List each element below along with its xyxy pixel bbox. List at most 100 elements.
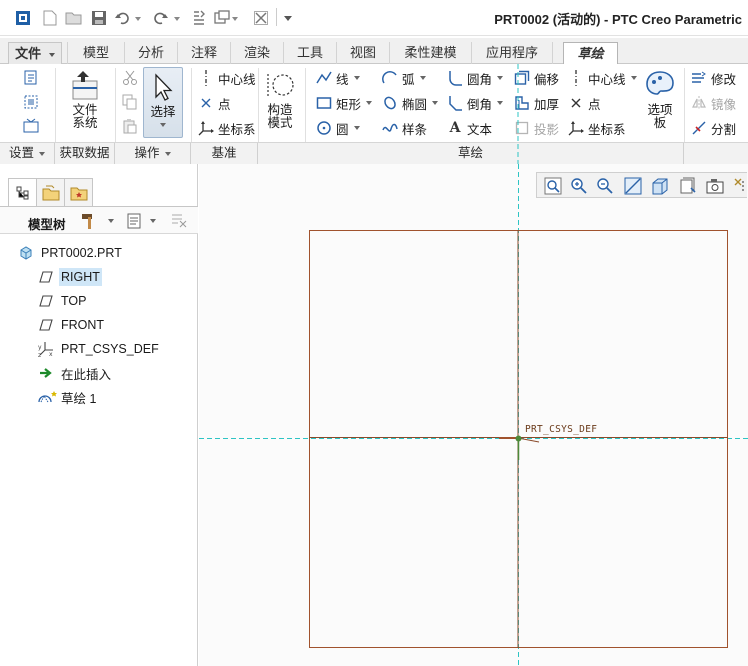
tab-model[interactable]: 模型 <box>67 42 124 64</box>
reference-icon[interactable] <box>22 93 40 111</box>
palette-label-2: 板 <box>653 116 667 130</box>
tab-file[interactable]: 文件 <box>8 42 62 64</box>
app-icon[interactable] <box>13 8 33 28</box>
graphics-window[interactable]: PRT_CSYS_DEF <box>199 164 748 666</box>
hammer-icon[interactable] <box>80 212 98 230</box>
group-operations-label: 操作 <box>134 146 160 160</box>
model-tree-label: 模型树 <box>28 218 66 232</box>
group-separator <box>684 68 685 142</box>
tree-item-insert-here[interactable]: 在此插入 <box>38 362 113 384</box>
folder-browser-tab[interactable] <box>36 178 65 206</box>
redo-icon[interactable] <box>152 8 182 28</box>
sketch-circle-button[interactable]: 圆 <box>315 117 360 139</box>
tab-flexible-modeling[interactable]: 柔性建模 <box>389 42 471 64</box>
tree-item-sketch[interactable]: 草绘 1 <box>38 386 98 408</box>
copy-icon[interactable] <box>121 93 139 111</box>
sketch-chamfer-button[interactable]: 倒角 <box>446 92 504 114</box>
zoom-in-icon[interactable] <box>568 176 590 196</box>
tab-view[interactable]: 视图 <box>336 42 389 64</box>
sketch-line-label: 线 <box>336 72 349 87</box>
group-operations[interactable]: 操作 <box>115 143 191 164</box>
repaint-icon[interactable] <box>622 176 644 196</box>
modify-button[interactable]: 修改 <box>690 67 736 89</box>
group-setup[interactable]: 设置 <box>0 143 55 164</box>
qa-separator <box>276 8 277 26</box>
sketch-project-button[interactable]: 投影 <box>513 117 559 139</box>
new-icon[interactable] <box>41 8 59 28</box>
undo-icon[interactable] <box>113 8 143 28</box>
arc-icon <box>381 69 399 87</box>
mirror-button[interactable]: 镜像 <box>690 92 736 114</box>
select-button[interactable]: 选择 <box>143 67 183 138</box>
sketch-csys-button[interactable]: 坐标系 <box>567 117 626 139</box>
tree-item-part[interactable]: PRT0002.PRT <box>18 242 124 264</box>
tree-item-right[interactable]: RIGHT <box>38 266 102 288</box>
model-tree-tab[interactable] <box>8 178 37 207</box>
sketch-point-button[interactable]: 点 <box>567 92 601 114</box>
select-label: 选择 <box>150 105 176 119</box>
sketch-rectangle-button[interactable]: 矩形 <box>315 92 373 114</box>
datum-centerline-button[interactable]: 中心线 <box>197 67 256 89</box>
group-separator <box>258 68 259 142</box>
tab-render[interactable]: 渲染 <box>230 42 283 64</box>
customize-icon[interactable] <box>281 8 295 28</box>
tree-item-label: TOP <box>61 294 87 308</box>
chevron-down-icon[interactable] <box>150 219 156 223</box>
cut-icon[interactable] <box>121 69 139 87</box>
divide-button[interactable]: 分割 <box>690 117 736 139</box>
sketch-centerline-button[interactable]: 中心线 <box>567 67 637 89</box>
tree-filter-icon[interactable] <box>170 212 188 230</box>
sketch-arc-button[interactable]: 弧 <box>381 67 426 89</box>
datum-csys-button[interactable]: 坐标系 <box>197 117 256 139</box>
regenerate-icon[interactable] <box>189 8 209 28</box>
display-style-icon[interactable] <box>649 176 671 196</box>
tab-tools[interactable]: 工具 <box>283 42 336 64</box>
datum-point-button[interactable]: 点 <box>197 92 231 114</box>
tree-item-csys[interactable]: y x z PRT_CSYS_DEF <box>38 338 161 360</box>
tree-settings-icon[interactable] <box>125 212 143 230</box>
sketch-setup-icon[interactable] <box>22 69 40 87</box>
chevron-down-icon <box>48 52 55 57</box>
sketch-chamfer-label: 倒角 <box>467 97 493 112</box>
sketch-view-icon[interactable] <box>22 117 40 135</box>
sketch-line-button[interactable]: 线 <box>315 67 360 89</box>
sketch-ellipse-button[interactable]: 椭圆 <box>381 92 439 114</box>
tab-annotate[interactable]: 注释 <box>177 42 230 64</box>
sketch-offset-button[interactable]: 偏移 <box>513 67 559 89</box>
tree-item-top[interactable]: TOP <box>38 290 88 312</box>
construction-mode-button[interactable]: 构造 模式 <box>262 68 298 130</box>
datum-plane-icon <box>38 293 54 309</box>
saved-orientations-icon[interactable] <box>677 176 699 196</box>
tab-applications[interactable]: 应用程序 <box>471 42 553 64</box>
thicken-icon <box>513 94 531 112</box>
open-icon[interactable] <box>64 8 84 28</box>
chevron-down-icon <box>366 101 373 105</box>
paste-icon[interactable] <box>121 117 139 135</box>
tree-item-label: 在此插入 <box>61 367 112 382</box>
chevron-down-icon[interactable] <box>108 219 114 223</box>
sketch-thicken-button[interactable]: 加厚 <box>513 92 559 114</box>
tab-analysis[interactable]: 分析 <box>124 42 177 64</box>
sketch-fillet-button[interactable]: 圆角 <box>446 67 504 89</box>
sketch-spline-button[interactable]: 样条 <box>381 117 427 139</box>
file-system-label-2: 系统 <box>72 116 98 130</box>
zoom-out-icon[interactable] <box>594 176 616 196</box>
refit-icon[interactable] <box>542 176 564 196</box>
ribbon-group-labels: 设置 获取数据 操作 基准 草绘 <box>0 142 748 164</box>
close-window-icon[interactable] <box>252 8 270 28</box>
group-separator <box>191 68 192 142</box>
datum-display-icon[interactable] <box>731 176 748 196</box>
palette-button[interactable]: 选项 板 <box>641 68 679 130</box>
tab-sketch[interactable]: 草绘 <box>563 42 618 65</box>
windows-icon[interactable] <box>213 8 239 28</box>
view-manager-icon[interactable] <box>704 176 726 196</box>
favorites-tab[interactable] <box>64 178 93 206</box>
save-icon[interactable] <box>90 8 108 28</box>
file-system-button[interactable]: 文件 系统 <box>62 68 108 130</box>
chevron-down-icon <box>39 151 45 156</box>
sketch-text-button[interactable]: A 文本 <box>446 117 492 139</box>
tree-item-front[interactable]: FRONT <box>38 314 106 336</box>
sketch-canvas[interactable] <box>199 164 748 666</box>
divide-label: 分割 <box>711 122 737 137</box>
navigator-tabs <box>8 178 93 207</box>
